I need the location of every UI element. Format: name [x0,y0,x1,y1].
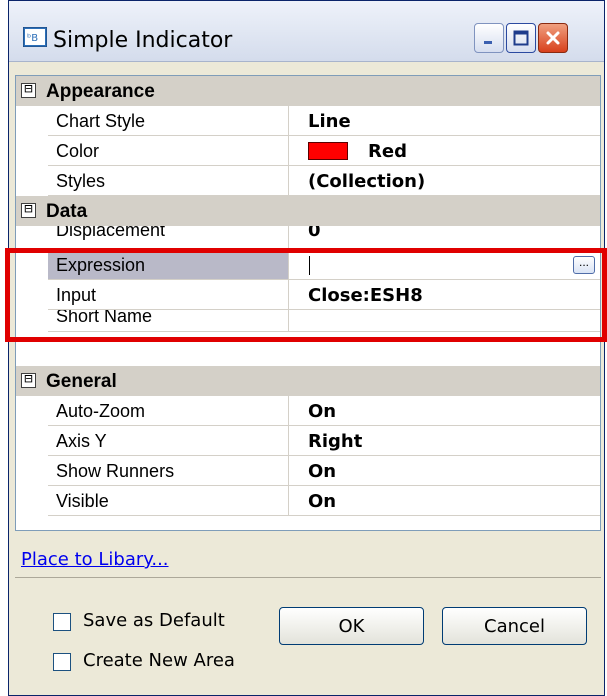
property-row-short-name[interactable]: Short Name [48,310,600,332]
property-name: Short Name [56,310,153,326]
property-row-expression[interactable]: Expression ... [48,250,600,280]
property-value[interactable]: On [308,461,336,482]
category-title: Appearance [46,81,155,102]
text-caret [309,256,310,275]
close-icon [546,31,560,45]
ellipsis-button[interactable]: ... [573,256,595,274]
create-new-area-label: Create New Area [83,650,235,671]
color-swatch [308,142,348,160]
minimize-icon [484,41,492,44]
window-title: Simple Indicator [53,28,233,53]
collapse-icon[interactable]: ⊟ [21,202,36,218]
column-divider [288,106,289,135]
cancel-button[interactable]: Cancel [442,607,587,645]
column-divider [288,280,289,309]
property-name: Auto-Zoom [56,401,146,421]
property-row-color[interactable]: Color Red [48,136,600,166]
place-to-library-link[interactable]: Place to Libary... [21,549,169,570]
save-as-default-label: Save as Default [83,610,225,631]
column-divider [288,310,289,331]
property-row-visible[interactable]: Visible On [48,486,600,516]
svg-text:ᵇB: ᵇB [27,33,38,44]
property-name: Show Runners [56,461,175,481]
link-area: Place to Libary... [15,537,601,578]
property-value[interactable]: On [308,491,336,512]
property-name: Axis Y [56,431,107,451]
property-row-styles[interactable]: Styles (Collection) [48,166,600,196]
property-name: Color [56,141,100,161]
property-name: Visible [56,491,109,511]
column-divider [288,396,289,425]
property-row-chart-style[interactable]: Chart Style Line [48,106,600,136]
property-grid: ⊟ Appearance Chart Style Line Color Red … [15,75,601,531]
maximize-icon [513,30,529,46]
property-value[interactable]: Right [308,431,362,452]
ok-button[interactable]: OK [279,607,424,645]
property-row-input[interactable]: Input Close:ESH8 [48,280,600,310]
column-divider [288,486,289,515]
column-divider [288,166,289,195]
column-divider [288,226,289,249]
minimize-button[interactable] [474,23,504,53]
column-divider [288,426,289,455]
property-value[interactable]: 0 [308,226,321,241]
category-appearance[interactable]: ⊟ Appearance [16,76,600,106]
property-value[interactable]: Line [308,111,351,132]
property-name: Chart Style [56,111,146,131]
dialog-window: ᵇB Simple Indicator ⊟ Appearance Chart S… [8,0,605,696]
property-name: Input [56,285,97,305]
property-value[interactable]: Red [368,141,407,162]
column-divider [288,250,289,279]
category-general[interactable]: ⊟ General [16,366,600,396]
property-value[interactable]: Close:ESH8 [308,285,423,306]
property-row-auto-zoom[interactable]: Auto-Zoom On [48,396,600,426]
column-divider [288,456,289,485]
indicator-app-icon: ᵇB [23,27,47,47]
create-new-area-checkbox[interactable] [53,653,71,671]
property-row-displacement[interactable]: Displacement 0 [48,226,600,250]
close-button[interactable] [538,23,568,53]
category-title: General [46,371,117,392]
collapse-icon[interactable]: ⊟ [21,372,36,388]
save-as-default-checkbox[interactable] [53,613,71,631]
property-value[interactable]: (Collection) [308,171,425,192]
collapse-icon[interactable]: ⊟ [21,82,36,98]
property-name: Styles [56,171,106,191]
category-data[interactable]: ⊟ Data [16,196,600,226]
property-value[interactable]: On [308,401,336,422]
property-row-show-runners[interactable]: Show Runners On [48,456,600,486]
column-divider [288,136,289,165]
maximize-button[interactable] [506,23,536,53]
property-name: Displacement [56,226,166,240]
property-row-axis-y[interactable]: Axis Y Right [48,426,600,456]
title-bar[interactable]: ᵇB Simple Indicator [9,1,604,62]
property-name: Expression [56,255,146,275]
category-title: Data [46,201,88,222]
